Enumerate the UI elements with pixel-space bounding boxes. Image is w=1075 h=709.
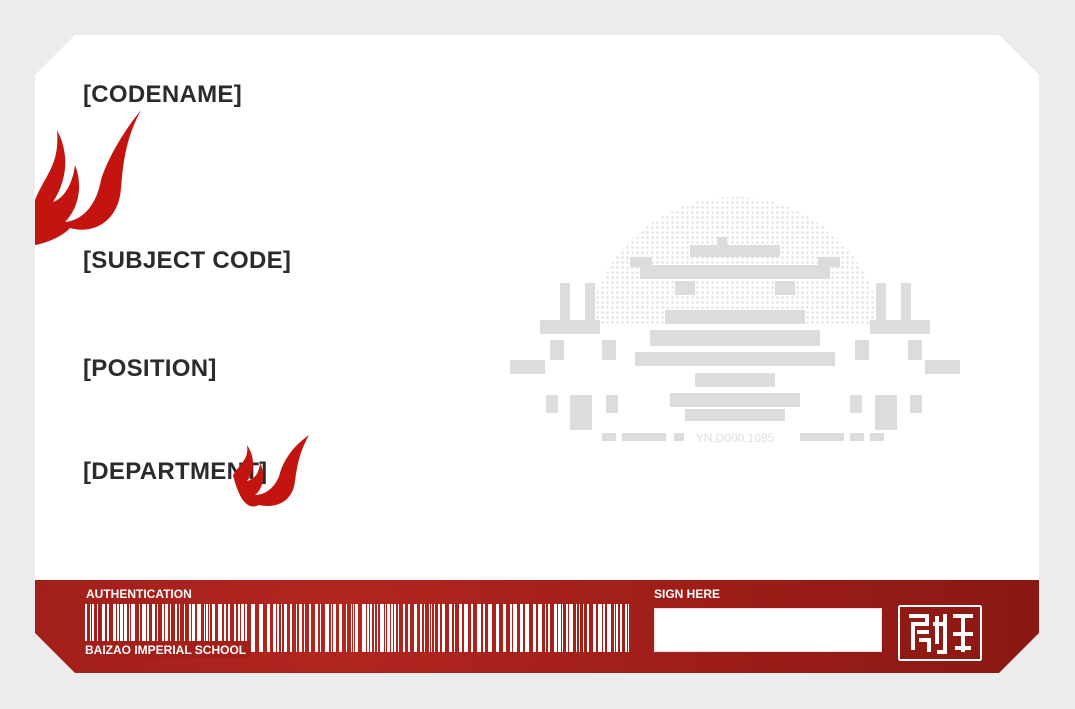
seal-stamp-icon xyxy=(897,604,983,667)
signature-field[interactable] xyxy=(654,608,882,652)
sign-here-label: SIGN HERE xyxy=(654,587,721,601)
flame-icon xyxy=(35,110,145,245)
subject-code-label: [SUBJECT CODE] xyxy=(83,247,292,274)
palace-emblem-icon: YN.D000.1095 xyxy=(510,195,960,460)
position-label: [POSITION] xyxy=(83,355,217,382)
flame-icon xyxy=(233,435,313,510)
codename-label: [CODENAME] xyxy=(83,81,242,108)
authentication-footer: AUTHENTICATION BAIZAO IMPERIAL SCHOOL SI… xyxy=(35,580,1039,673)
id-card: [CODENAME] [SUBJECT CODE] [POSITION] [DE… xyxy=(35,35,1039,673)
authentication-label: AUTHENTICATION xyxy=(86,587,192,601)
school-name: BAIZAO IMPERIAL SCHOOL xyxy=(85,643,247,657)
emblem-text: YN.D000.1095 xyxy=(696,431,775,445)
